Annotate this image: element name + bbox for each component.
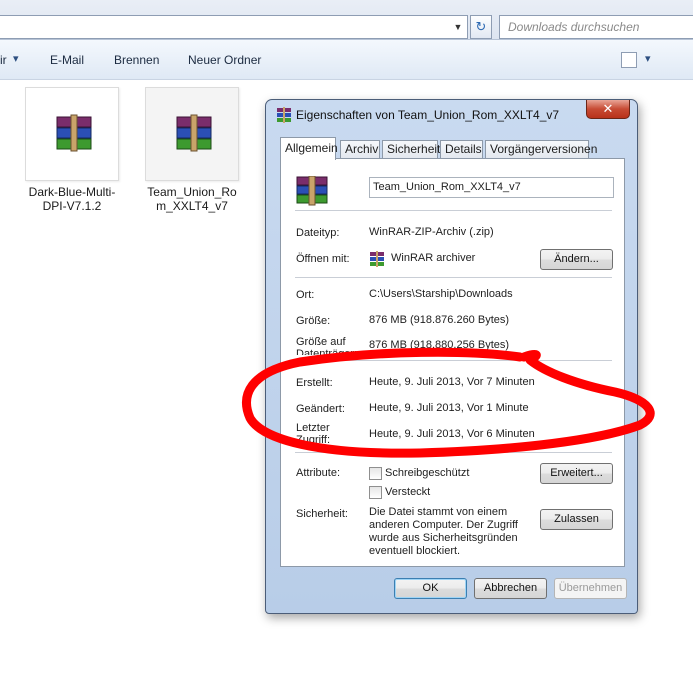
view-options-chevron-icon[interactable]: ▾ xyxy=(645,52,651,65)
file-name-line: m_XXLT4_v7 xyxy=(156,199,228,213)
accessed-label: Letzter Zugriff: xyxy=(296,422,330,446)
opens-with-value: WinRAR archiver xyxy=(391,252,476,264)
view-toggle-button[interactable] xyxy=(621,52,637,68)
modified-value: Heute, 9. Juli 2013, Vor 1 Minute xyxy=(369,402,529,414)
new-folder-button[interactable]: Neuer Ordner xyxy=(188,53,261,67)
file-thumbnail xyxy=(145,87,239,181)
email-button[interactable]: E-Mail xyxy=(50,53,84,67)
change-button[interactable]: Ändern... xyxy=(540,249,613,270)
tab-details[interactable]: Details xyxy=(440,140,483,159)
refresh-icon: ↻ xyxy=(475,19,487,34)
command-bar: ir ▾ E-Mail Brennen Neuer Ordner ▾ xyxy=(0,40,693,80)
hidden-label[interactable]: Versteckt xyxy=(385,486,430,498)
file-name-line: DPI-V7.1.2 xyxy=(42,199,102,213)
burn-button[interactable]: Brennen xyxy=(114,53,159,67)
disk-size-label-line: Größe auf xyxy=(296,336,346,348)
winrar-archive-icon xyxy=(277,107,291,123)
readonly-label[interactable]: Schreibgeschützt xyxy=(385,467,469,479)
attributes-label: Attribute: xyxy=(296,467,341,479)
address-field[interactable] xyxy=(0,15,468,39)
toolbar-truncated-item[interactable]: ir xyxy=(0,53,7,67)
advanced-button[interactable]: Erweitert... xyxy=(540,463,613,484)
apply-button[interactable]: Übernehmen xyxy=(554,578,627,599)
disk-size-label: Größe auf Datenträger: xyxy=(296,336,357,355)
refresh-button[interactable]: ↻ xyxy=(470,15,492,39)
divider xyxy=(295,452,612,453)
tab-security[interactable]: Sicherheit xyxy=(382,140,440,159)
accessed-label-line: Letzter xyxy=(296,422,330,434)
winrar-archive-icon xyxy=(296,176,328,206)
hidden-checkbox[interactable] xyxy=(369,486,382,499)
address-dropdown-icon[interactable]: ▼ xyxy=(449,17,467,37)
ok-button[interactable]: OK xyxy=(394,578,467,599)
search-input[interactable]: Downloads durchsuchen xyxy=(499,15,693,39)
winrar-app-icon xyxy=(370,251,384,267)
properties-dialog: Eigenschaften von Team_Union_Rom_XXLT4_v… xyxy=(265,99,638,614)
chevron-down-icon[interactable]: ▾ xyxy=(13,52,19,65)
created-label: Erstellt: xyxy=(296,377,333,389)
readonly-checkbox[interactable] xyxy=(369,467,382,480)
created-value: Heute, 9. Juli 2013, Vor 7 Minuten xyxy=(369,376,535,388)
address-bar: ▼ ↻ Downloads durchsuchen xyxy=(0,0,693,40)
file-name-line: Team_Union_Ro xyxy=(147,185,237,199)
unblock-button[interactable]: Zulassen xyxy=(540,509,613,530)
close-button[interactable]: ✕ xyxy=(586,100,630,119)
divider xyxy=(295,210,612,211)
size-value: 876 MB (918.876.260 Bytes) xyxy=(369,314,510,326)
accessed-value: Heute, 9. Juli 2013, Vor 6 Minuten xyxy=(369,428,535,440)
winrar-archive-icon xyxy=(176,114,212,152)
tab-general[interactable]: Allgemein xyxy=(280,137,338,160)
location-value: C:\Users\Starship\Downloads xyxy=(369,288,513,300)
filename-input[interactable]: Team_Union_Rom_XXLT4_v7 xyxy=(369,177,614,198)
tab-archive[interactable]: Archiv xyxy=(340,140,380,159)
winrar-archive-icon xyxy=(56,114,92,152)
disk-size-value: 876 MB (918.880.256 Bytes) xyxy=(369,339,510,351)
dialog-title: Eigenschaften von Team_Union_Rom_XXLT4_v… xyxy=(296,108,560,122)
modified-label: Geändert: xyxy=(296,403,345,415)
divider xyxy=(295,277,612,278)
file-thumbnail xyxy=(25,87,119,181)
file-item-selected[interactable]: Team_Union_Ro m_XXLT4_v7 xyxy=(140,83,242,217)
general-panel: Team_Union_Rom_XXLT4_v7 Dateityp: WinRAR… xyxy=(280,158,625,567)
cancel-button[interactable]: Abbrechen xyxy=(474,578,547,599)
close-icon: ✕ xyxy=(602,101,614,116)
security-label: Sicherheit: xyxy=(296,508,348,520)
location-label: Ort: xyxy=(296,289,315,301)
divider xyxy=(295,360,612,361)
filetype-label: Dateityp: xyxy=(296,227,340,239)
opens-with-label: Öffnen mit: xyxy=(296,253,350,265)
security-message: Die Datei stammt von einem anderen Compu… xyxy=(369,506,518,557)
file-item[interactable]: Dark-Blue-Multi- DPI-V7.1.2 xyxy=(22,87,122,213)
filetype-value: WinRAR-ZIP-Archiv (.zip) xyxy=(369,226,494,238)
tab-previous-versions[interactable]: Vorgängerversionen xyxy=(485,140,597,159)
file-name-line: Dark-Blue-Multi- xyxy=(28,185,116,199)
accessed-label-line: Zugriff: xyxy=(296,434,331,446)
size-label: Größe: xyxy=(296,315,331,327)
disk-size-label-line: Datenträger: xyxy=(296,348,358,355)
